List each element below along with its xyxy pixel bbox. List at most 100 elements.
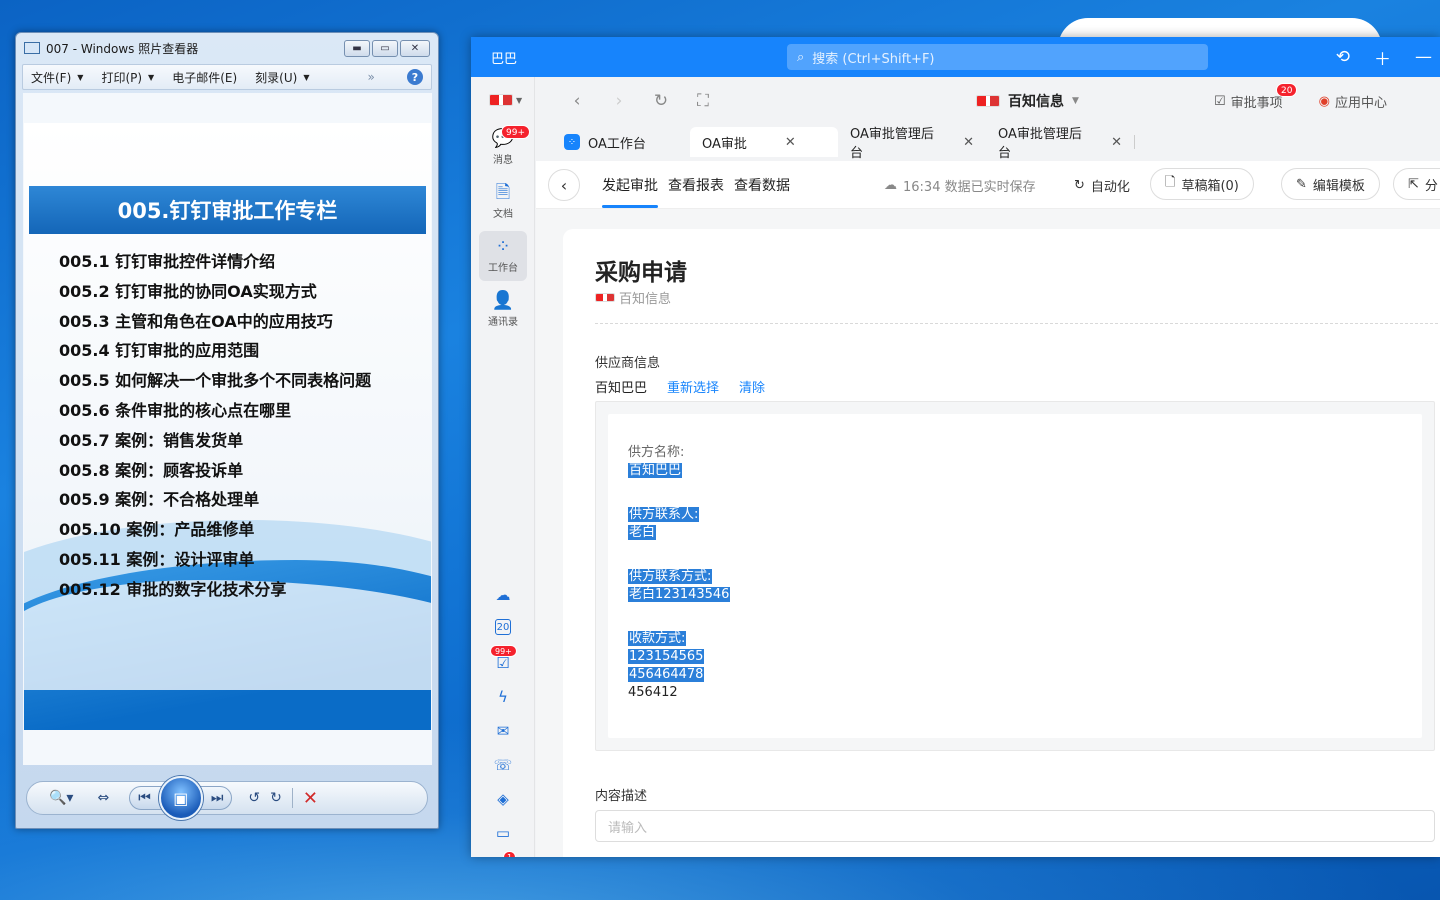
detail-label: 收款方式:	[628, 631, 687, 646]
form-org: 百知信息	[595, 288, 671, 307]
app-center-button[interactable]: ◉ 应用中心	[1319, 92, 1387, 111]
tab-oa-approval-admin-1[interactable]: OA审批管理后台 ✕	[838, 127, 986, 161]
tab-oa-approval-admin-2[interactable]: OA审批管理后台 ✕	[986, 127, 1134, 161]
tab-view-data[interactable]: 查看数据	[734, 161, 790, 209]
detail-value: 456464478	[628, 667, 705, 682]
cloud-icon: ☁	[884, 178, 897, 193]
photo-viewer-titlebar[interactable]: 007 - Windows 照片查看器 ▬ ▭ ✕	[16, 33, 438, 63]
more-menu-icon[interactable]: »	[367, 70, 374, 84]
share-label: 分	[1424, 178, 1438, 194]
approvals-badge: 20	[1276, 83, 1298, 97]
save-status: ☁ 16:34 数据已实时保存	[884, 176, 1036, 195]
workbench-icon: ⁘	[495, 236, 511, 257]
slide-list-item: 005.8 案例：顾客投诉单	[59, 460, 244, 480]
lightning-icon[interactable]: ϟ	[493, 687, 513, 707]
menu-file[interactable]: 文件(F) ▼	[31, 69, 83, 86]
clear-link[interactable]: 清除	[739, 377, 765, 396]
zoom-icon[interactable]: 🔍▾	[49, 790, 73, 806]
chevron-down-icon: ▼	[303, 72, 310, 82]
sidebar-item-docs[interactable]: 🗎 文档	[479, 177, 527, 227]
titlebar-actions: ⟲ ＋ —	[1336, 37, 1440, 77]
detail-label: 供方联系方式:	[628, 569, 713, 584]
supplier-value: 百知巴巴	[595, 381, 648, 396]
back-button[interactable]: ‹	[548, 169, 580, 201]
menu-print[interactable]: 打印(P) ▼	[101, 69, 154, 86]
tab-view-report[interactable]: 查看报表	[668, 161, 724, 209]
dingtalk-window: 巴巴 ⌕ 搜索 (Ctrl+Shift+F) ⟲ ＋ — ▼ 💬 消息 99+ …	[471, 37, 1440, 857]
nav-right-actions: ☑ 审批事项 20 ◉ 应用中心	[1214, 83, 1387, 111]
supplier-row: 百知巴巴 重新选择 清除	[595, 377, 765, 396]
slideshow-button[interactable]: ▣	[158, 776, 203, 820]
previous-icon[interactable]: ⏮	[138, 790, 151, 806]
menu-burn[interactable]: 刻录(U) ▼	[255, 69, 309, 86]
calendar-icon[interactable]: 20	[495, 619, 511, 635]
delete-icon[interactable]: ✕	[303, 788, 318, 809]
global-search-input[interactable]: ⌕ 搜索 (Ctrl+Shift+F)	[787, 44, 1208, 70]
minimize-icon[interactable]: —	[1415, 47, 1432, 67]
minimize-button[interactable]: ▬	[344, 39, 370, 57]
close-icon[interactable]: ✕	[785, 135, 796, 150]
next-icon[interactable]: ⏭	[211, 790, 224, 806]
fullscreen-icon[interactable]: ⛶	[682, 91, 724, 111]
refresh-icon: ↻	[1074, 178, 1085, 193]
tab-oa-approval[interactable]: OA审批 ✕	[690, 127, 838, 157]
detail-value: 老白123143546	[628, 587, 731, 602]
detail-value: 老白	[628, 525, 657, 540]
calendar-day: 20	[496, 621, 510, 633]
add-icon[interactable]: ＋	[1374, 45, 1391, 70]
menu-file-label: 文件(F)	[31, 70, 72, 85]
slide-list-item: 005.12 审批的数字化技术分享	[59, 579, 287, 599]
org-logo-switcher[interactable]: ▼	[489, 91, 525, 109]
dingtalk-sidebar: ▼ 💬 消息 99+ 🗎 文档 ⁘ 工作台 👤 通讯录 ☁ 20 ☑ 99+ ϟ…	[471, 77, 535, 857]
back-icon[interactable]: ‹	[556, 91, 598, 111]
history-icon[interactable]: ⟲	[1336, 47, 1350, 67]
rotate-right-icon[interactable]: ↻	[270, 790, 282, 806]
org-logo	[489, 94, 513, 106]
automation-button[interactable]: ↻ 自动化	[1074, 176, 1130, 195]
close-icon[interactable]: ✕	[1111, 135, 1122, 150]
rotate-left-icon[interactable]: ↺	[248, 790, 260, 806]
photo-viewer-window: 007 - Windows 照片查看器 ▬ ▭ ✕ 文件(F) ▼ 打印(P) ▼ …	[15, 32, 439, 829]
slide-list-item: 005.6 条件审批的核心点在哪里	[59, 400, 292, 420]
mail-icon[interactable]: ✉	[493, 721, 513, 741]
close-button[interactable]: ✕	[400, 39, 430, 57]
folder-icon[interactable]: ▭	[493, 823, 513, 843]
drafts-button[interactable]: 🗋 草稿箱(0)	[1150, 168, 1254, 200]
sidebar-item-messages[interactable]: 💬 消息 99+	[479, 123, 530, 173]
slide-image: 005.钉钉审批工作专栏 005.1 钉钉审批控件详情介绍 005.2 钉钉审批…	[24, 123, 431, 730]
search-placeholder: 搜索 (Ctrl+Shift+F)	[812, 51, 935, 67]
close-icon[interactable]: ✕	[963, 135, 974, 150]
chevron-down-icon: ▼	[148, 72, 155, 82]
detail-value: 百知巴巴	[628, 463, 683, 478]
menu-email[interactable]: 电子邮件(E)	[172, 69, 237, 86]
todo-icon[interactable]: ☑ 99+	[490, 645, 517, 673]
tab-oa-workbench[interactable]: ⁘ OA工作台	[552, 127, 690, 157]
reselect-link[interactable]: 重新选择	[667, 377, 719, 396]
sidebar-item-workbench[interactable]: ⁘ 工作台	[479, 231, 527, 281]
slide-list-item: 005.4 钉钉审批的应用范围	[59, 341, 260, 361]
supplier-detail-content[interactable]: 供方名称: 百知巴巴 供方联系人: 老白 供方联系方式: 老白123143546…	[608, 414, 1422, 738]
chevron-down-icon: ▼	[516, 95, 523, 105]
approvals-button[interactable]: ☑ 审批事项 20	[1214, 83, 1298, 111]
sidebar-item-contacts[interactable]: 👤 通讯录	[479, 285, 527, 335]
phone-icon[interactable]: ☏	[493, 755, 513, 775]
org-switcher[interactable]: 百知信息 ▼	[976, 91, 1079, 111]
notes-icon[interactable]: ◈	[493, 789, 513, 809]
slide-list-item: 005.11 案例：设计评审单	[59, 549, 255, 569]
share-button[interactable]: ⇱ 分	[1393, 168, 1440, 200]
cloud-icon[interactable]: ☁	[493, 585, 513, 605]
actual-size-icon[interactable]: ⇔	[97, 790, 109, 806]
sidebar-item-label: 工作台	[488, 263, 518, 274]
help-icon[interactable]: ?	[407, 69, 423, 85]
tab-label: OA工作台	[588, 136, 646, 152]
forward-icon[interactable]: ›	[598, 91, 640, 111]
draft-icon: 🗋	[1165, 175, 1176, 190]
edit-template-button[interactable]: ✎ 编辑模板	[1281, 168, 1380, 200]
maximize-button[interactable]: ▭	[372, 39, 398, 57]
refresh-icon[interactable]: ↻	[640, 91, 682, 111]
photo-viewer-controls: 🔍▾ ⇔ ⏮ ▣ ⏭ ↺ ↻ ✕	[26, 776, 428, 820]
detail-value: 123154565	[628, 649, 705, 664]
tab-start-approval[interactable]: 发起审批	[602, 161, 658, 209]
description-input[interactable]: 请输入	[595, 810, 1435, 842]
